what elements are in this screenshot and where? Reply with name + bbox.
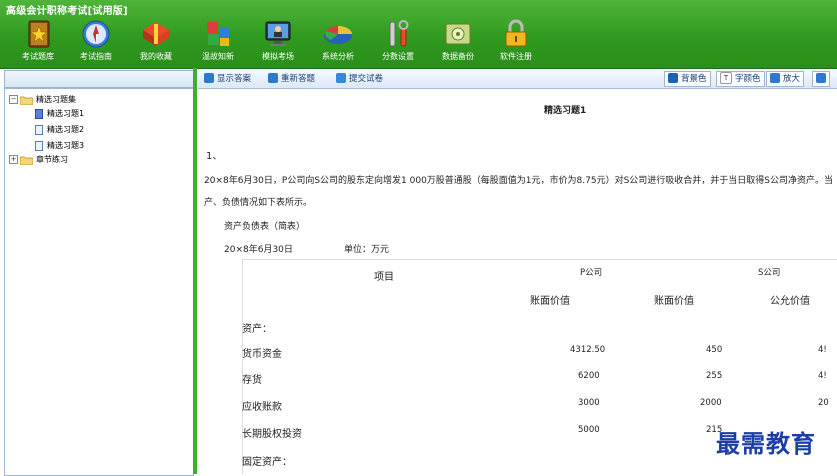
zoom-in-button[interactable]: 放大 <box>766 71 805 87</box>
toolbar-item-exam-guide[interactable]: 考试指南 <box>66 16 126 66</box>
tools-icon <box>381 18 415 50</box>
show-answer-button[interactable]: 显示答案 <box>204 72 251 86</box>
row-s-fair: 20 <box>818 398 829 408</box>
tree-chapter-practice[interactable]: + 章节练习 <box>9 153 68 167</box>
watermark-logo: 最需教育 <box>716 429 816 458</box>
collapse-toggle-icon[interactable]: − <box>9 95 18 104</box>
table-border-top <box>242 259 837 260</box>
toolbar-item-backup[interactable]: 数据备份 <box>428 16 488 66</box>
header-s-company: S公司 <box>758 268 781 278</box>
row-s-book: 2000 <box>700 398 722 408</box>
text-icon: T <box>720 71 732 84</box>
row-label: 固定资产： <box>242 457 292 468</box>
font-color-button[interactable]: T 字颜色 <box>716 71 765 87</box>
question-text-line1: 20×8年6月30日，P公司向S公司的股东定向增发1 000万股普通股（每股面值… <box>204 176 833 186</box>
row-p-value: 6200 <box>578 371 600 381</box>
submit-icon <box>336 72 346 83</box>
expand-toggle-icon[interactable]: + <box>9 155 18 164</box>
search-icon <box>816 72 826 83</box>
compass-icon <box>79 18 113 50</box>
table-border-left <box>242 259 243 474</box>
row-label: 存货 <box>242 375 262 386</box>
row-label: 资产： <box>242 324 272 335</box>
pie-chart-icon <box>321 18 355 50</box>
table-title: 资产负债表（简表） <box>224 222 306 232</box>
question-number: 1、 <box>206 151 223 162</box>
toolbar-item-review[interactable]: 温故知新 <box>188 16 248 66</box>
folder-icon <box>19 155 34 165</box>
bg-color-button[interactable]: 背景色 <box>664 71 711 87</box>
header-book-value-s: 账面价值 <box>654 296 694 307</box>
tree-item-1[interactable]: 精选习题1 <box>35 107 84 121</box>
row-label: 长期股权投资 <box>242 429 302 440</box>
row-p-value: 3000 <box>578 398 600 408</box>
row-label: 应收账款 <box>242 402 282 413</box>
row-s-book: 450 <box>706 345 723 355</box>
question-title: 精选习题1 <box>544 106 587 116</box>
question-tree: − 精选习题集 精选习题1 精选习题2 精选习题3 + 章节练习 <box>4 88 194 476</box>
toolbar-item-favorites[interactable]: 我的收藏 <box>126 16 186 66</box>
row-s-book: 255 <box>706 371 723 381</box>
content-toolbar: 显示答案 重新答题 提交试卷 背景色 T 字颜色 放大 <box>198 70 837 89</box>
tree-item-3[interactable]: 精选习题3 <box>35 139 84 153</box>
tree-item-2[interactable]: 精选习题2 <box>35 123 84 137</box>
monitor-person-icon <box>261 18 295 50</box>
document-icon <box>35 140 43 151</box>
disk-icon <box>441 18 475 50</box>
left-panel-header <box>4 70 194 88</box>
search-button[interactable] <box>812 71 830 87</box>
palette-icon <box>668 72 678 83</box>
redo-button[interactable]: 重新答题 <box>268 72 315 86</box>
toolbar-item-exam-bank[interactable]: 考试题库 <box>8 16 68 66</box>
answer-icon <box>204 72 214 83</box>
row-s-fair: 4! <box>818 345 827 355</box>
header-book-value-p: 账面价值 <box>530 296 570 307</box>
table-unit: 单位：万元 <box>344 245 390 255</box>
top-toolbar: 高级会计职称考试[试用版] 考试题库 考试指南 我的收藏 温故知新 模拟考场 系… <box>0 0 837 69</box>
gift-icon <box>139 18 173 50</box>
row-p-value: 4312.50 <box>570 345 606 355</box>
row-p-value: 5000 <box>578 425 600 435</box>
book-star-icon <box>21 18 55 50</box>
header-fair-value-s: 公允价值 <box>770 296 810 307</box>
toolbar-item-mock-exam[interactable]: 模拟考场 <box>248 16 308 66</box>
document-icon <box>35 124 43 135</box>
lock-icon <box>499 18 533 50</box>
app-title: 高级会计职称考试[试用版] <box>6 6 128 17</box>
header-p-company: P公司 <box>580 268 603 278</box>
question-content: 精选习题1 1、 20×8年6月30日，P公司向S公司的股东定向增发1 000万… <box>198 89 837 474</box>
zoom-icon <box>770 72 780 83</box>
tree-root[interactable]: − 精选习题集 <box>9 93 76 107</box>
toolbar-icons: 考试题库 考试指南 我的收藏 温故知新 模拟考场 系统分析 分数设置 数据备份 … <box>0 16 837 66</box>
toolbar-item-score-settings[interactable]: 分数设置 <box>368 16 428 66</box>
row-s-fair: 4! <box>818 371 827 381</box>
folder-icon <box>19 95 34 105</box>
refresh-icon <box>268 72 278 83</box>
toolbar-item-register[interactable]: 软件注册 <box>486 16 546 66</box>
question-text-line2: 产、负债情况如下表所示。 <box>204 198 313 208</box>
table-date: 20×8年6月30日 <box>224 245 293 255</box>
cubes-icon <box>201 18 235 50</box>
panel-divider[interactable] <box>193 68 197 474</box>
header-item: 项目 <box>374 272 394 283</box>
document-icon <box>35 108 43 119</box>
submit-button[interactable]: 提交试卷 <box>336 72 383 86</box>
toolbar-item-analysis[interactable]: 系统分析 <box>308 16 368 66</box>
row-label: 货币资金 <box>242 349 282 360</box>
